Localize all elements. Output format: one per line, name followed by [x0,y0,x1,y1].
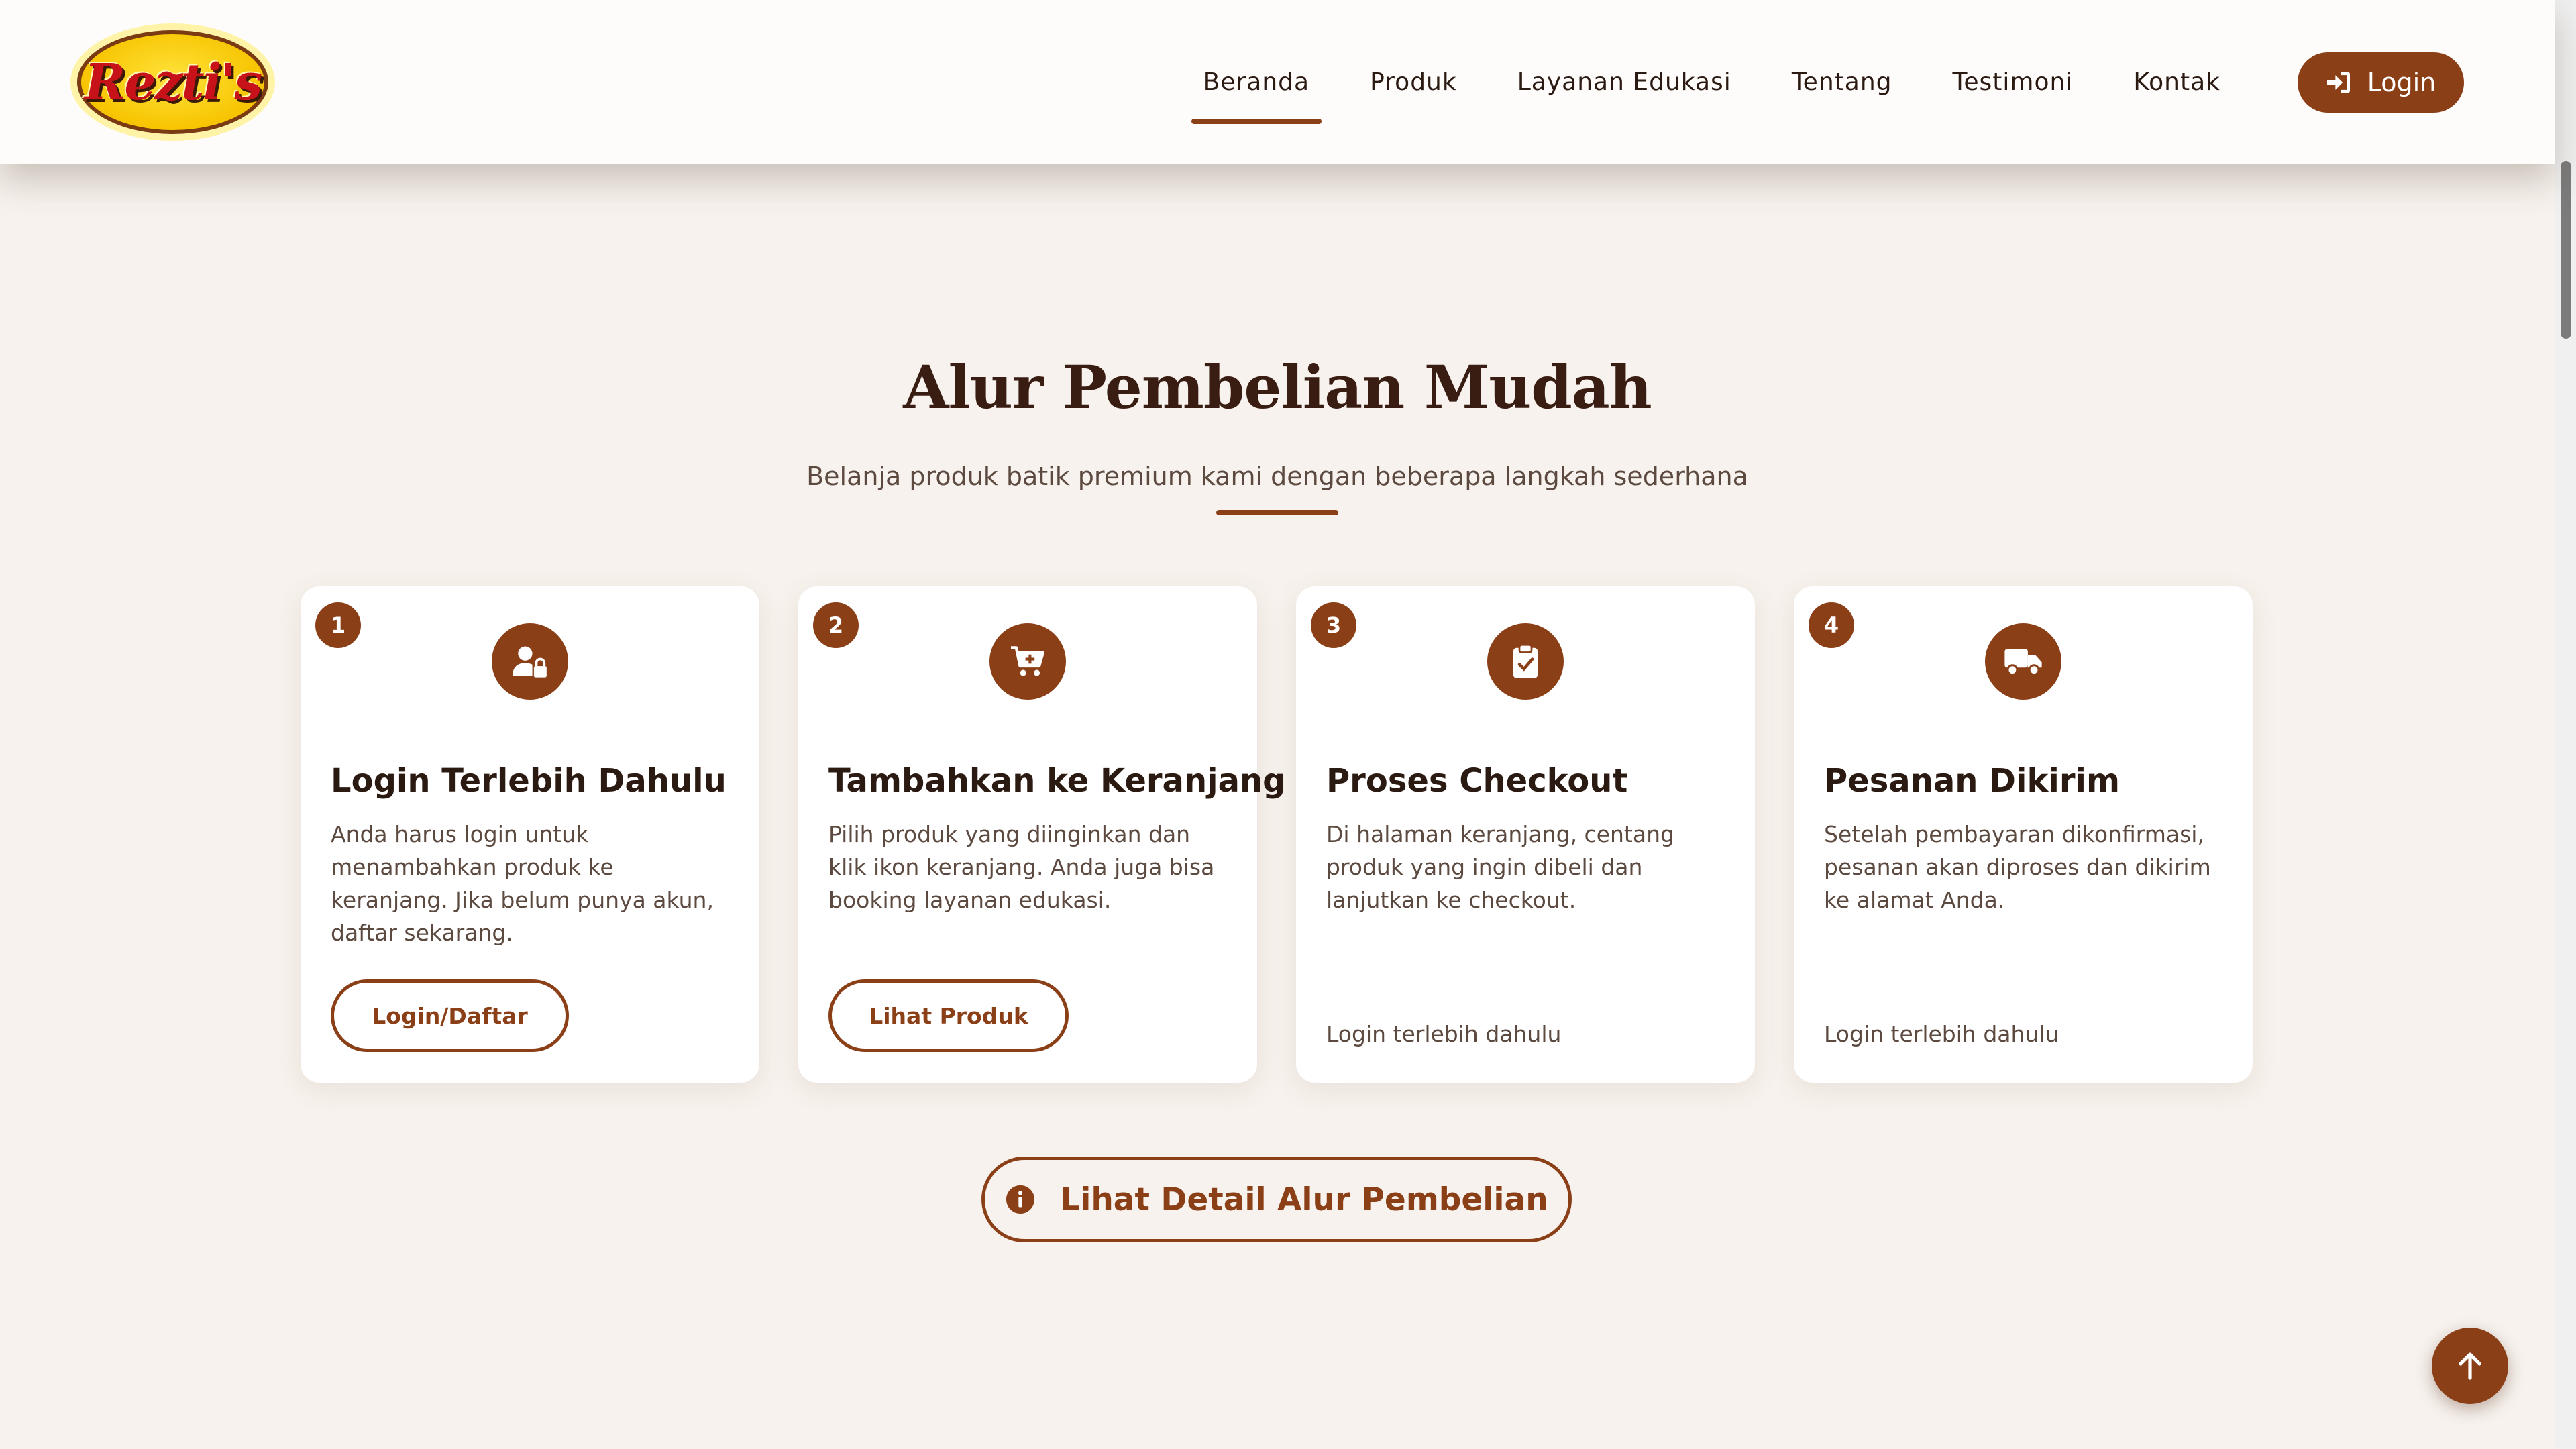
section-title: Alur Pembelian Mudah [903,352,1652,422]
step-description: Anda harus login untuk menambahkan produ… [331,821,714,946]
title-divider [1216,510,1338,515]
step-number: 4 [1809,602,1854,648]
step-description: Di halaman keranjang, centang produk yan… [1326,821,1674,913]
detail-button-label: Lihat Detail Alur Pembelian [1060,1181,1548,1218]
sign-in-icon [2326,72,2350,93]
nav-link-kontak[interactable]: Kontak [2133,68,2220,96]
truck-icon [1985,623,2061,700]
arrow-up-icon [2459,1352,2481,1380]
step-number: 1 [315,602,361,648]
scrollbar-thumb[interactable] [2561,161,2571,339]
login-button-label: Login [2367,67,2436,97]
lihat-produk-button[interactable]: Lihat Produk [828,979,1069,1052]
section-subtitle: Belanja produk batik premium kami dengan… [806,462,1748,491]
cart-plus-icon [989,623,1066,700]
login-required-note: Login terlebih dahulu [1326,1021,1562,1047]
purchase-flow-detail-button[interactable]: Lihat Detail Alur Pembelian [981,1157,1572,1242]
nav-link-tentang[interactable]: Tentang [1792,68,1892,96]
step-title: Tambahkan ke Keranjang [828,762,1286,800]
steps-list: 1 Login Terlebih Dahulu Anda harus login… [301,586,2253,1083]
navbar: Rezti's Beranda Produk Layanan Edukasi T… [0,0,2555,164]
login-required-note: Login terlebih dahulu [1824,1021,2059,1047]
step-card-cart: 2 Tambahkan ke Keranjang Pilih produk ya… [798,586,1286,1083]
step-card-checkout: 3 Proses Checkout Di halaman keranjang, … [1296,586,1755,1083]
brand-logo[interactable]: Rezti's [77,30,268,134]
nav-link-testimoni[interactable]: Testimoni [1953,68,2074,96]
login-daftar-button[interactable]: Login/Daftar [331,979,569,1052]
nav-menu: Beranda Produk Layanan Edukasi Tentang T… [1143,0,2555,164]
step-number: 3 [1311,602,1356,648]
step-card-login: 1 Login Terlebih Dahulu Anda harus login… [301,586,759,1083]
nav-link-produk[interactable]: Produk [1370,68,1457,96]
step-title: Proses Checkout [1326,762,1628,800]
user-lock-icon [492,623,568,700]
login-button[interactable]: Login [2298,52,2464,113]
step-title: Login Terlebih Dahulu [331,762,727,800]
page-scrollbar[interactable] [2555,0,2576,1449]
clipboard-check-icon [1487,623,1564,700]
step-number: 2 [813,602,859,648]
nav-link-beranda[interactable]: Beranda [1191,68,1322,124]
brand-logo-text: Rezti's [84,53,262,111]
step-card-shipping: 4 Pesanan Dikirim Setelah pembayaran dik… [1794,586,2253,1083]
nav-link-layanan-edukasi[interactable]: Layanan Edukasi [1517,68,1731,96]
info-circle-icon [1006,1185,1035,1214]
back-to-top-button[interactable] [2432,1328,2508,1404]
step-description: Pilih produk yang diinginkan dan klik ik… [828,821,1215,913]
step-title: Pesanan Dikirim [1824,762,2120,800]
step-description: Setelah pembayaran dikonfirmasi, pesanan… [1824,821,2211,913]
